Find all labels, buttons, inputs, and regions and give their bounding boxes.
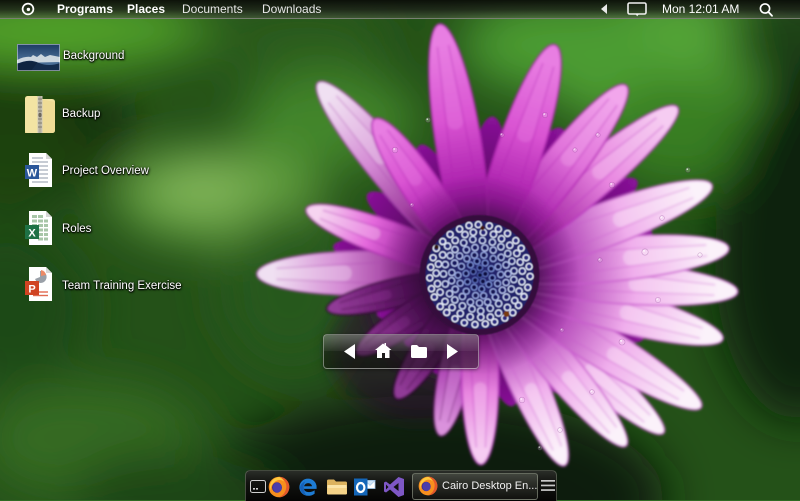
svg-text:P: P	[28, 284, 35, 296]
svg-text:W: W	[27, 168, 38, 180]
svg-text:X: X	[28, 228, 36, 240]
